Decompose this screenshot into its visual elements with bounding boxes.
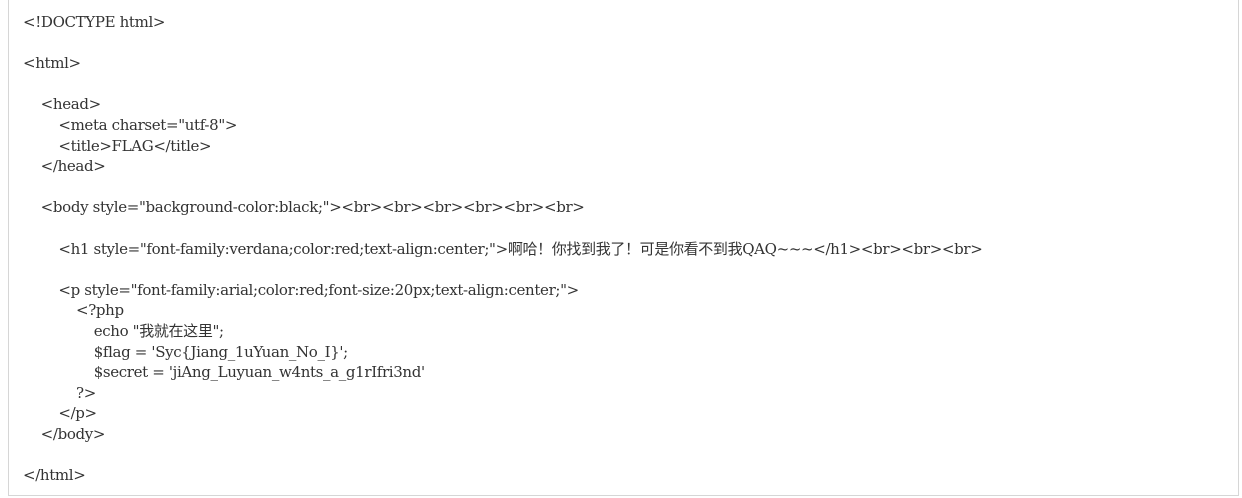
code-line-20: </p> xyxy=(23,404,97,423)
code-line-5: <head> xyxy=(23,95,101,114)
code-line-15: <?php xyxy=(23,301,124,320)
code-block-container: <!DOCTYPE html> <html> <head> <meta chars… xyxy=(8,0,1239,496)
code-line-6: <meta charset="utf-8"> xyxy=(23,115,238,134)
code-line-8: </head> xyxy=(23,157,106,176)
source-code: <!DOCTYPE html> <html> <head> <meta chars… xyxy=(23,12,983,486)
code-line-17: $flag = 'Syc{Jiang_1uYuan_No_I}'; xyxy=(23,342,349,361)
code-line-14: <p style="font-family:arial;color:red;fo… xyxy=(23,280,579,299)
code-line-16: echo "我就在这里"; xyxy=(23,321,224,340)
code-line-12: <h1 style="font-family:verdana;color:red… xyxy=(23,239,983,258)
code-line-1: <!DOCTYPE html> xyxy=(23,13,166,31)
code-line-23: </html> xyxy=(23,466,86,485)
code-line-21: </body> xyxy=(23,424,106,443)
code-line-3: <html> xyxy=(23,54,81,73)
code-line-19: ?> xyxy=(23,383,96,402)
code-line-18: $secret = 'jiAng_Luyuan_w4nts_a_g1rIfri3… xyxy=(23,363,425,382)
code-line-10: <body style="background-color:black;"><b… xyxy=(23,198,585,217)
code-line-7: <title>FLAG</title> xyxy=(23,136,212,155)
